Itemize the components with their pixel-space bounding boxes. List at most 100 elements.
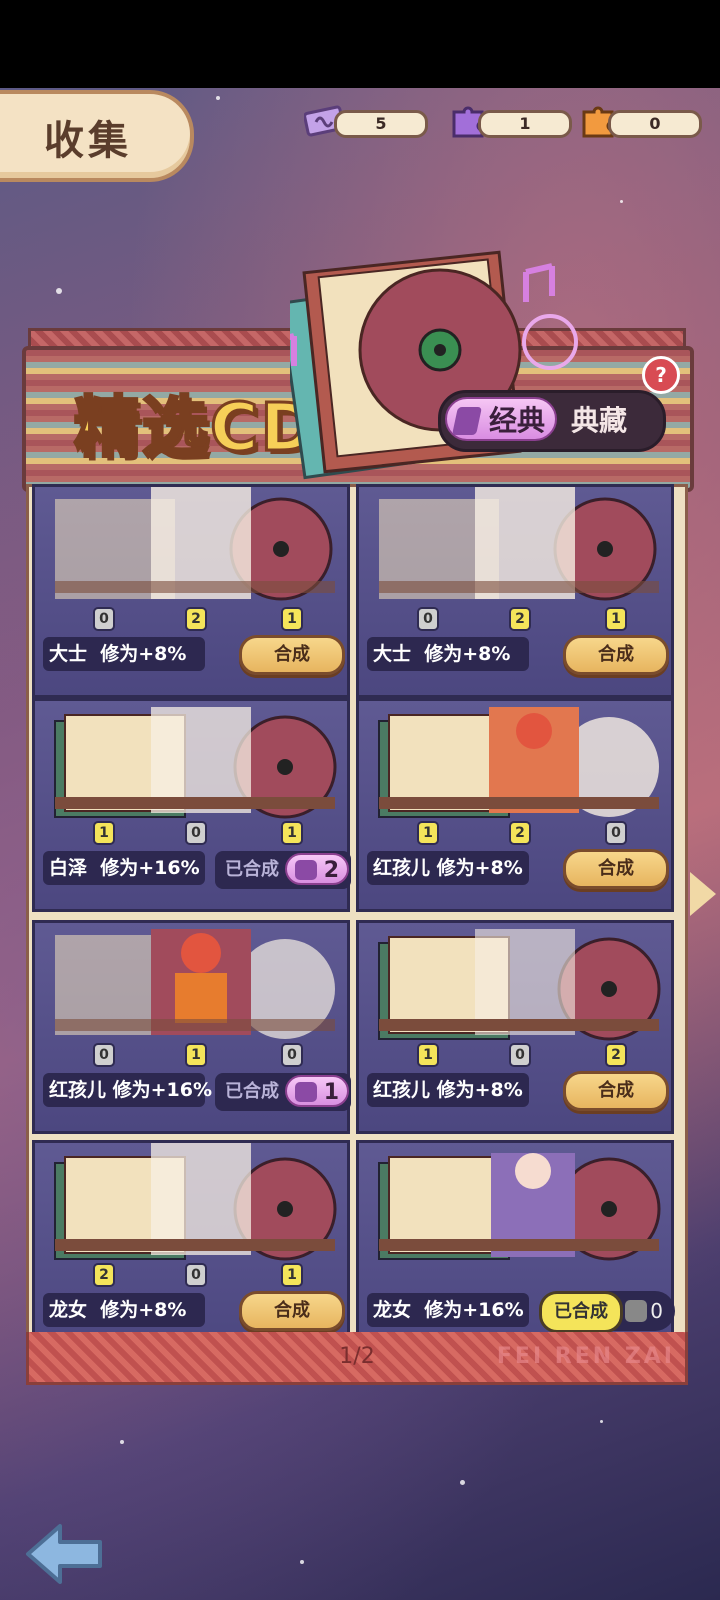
pagination-bar: 1/2 FEI REN ZAI <box>26 1332 688 1385</box>
cd-puzzle-art <box>54 707 337 819</box>
cd-card[interactable]: 龙女 修为+16% 已合成 0 <box>356 1140 675 1354</box>
piece-count-badge: 0 <box>185 821 207 845</box>
crafted-status: 已合成 0 <box>539 1291 675 1333</box>
crafted-label: 已合成 <box>225 859 279 880</box>
piece-reward-count: 1 <box>323 1080 339 1105</box>
purple-puzzle-icon <box>295 1082 317 1102</box>
ticket-counter[interactable]: 5 <box>300 104 430 138</box>
card-name: 大士 <box>49 643 88 665</box>
card-bonus: 修为+8% <box>100 643 187 665</box>
card-name-bonus: 大士 修为+8% <box>367 637 529 671</box>
card-bonus: 修为+8% <box>436 1079 523 1101</box>
craft-button[interactable]: 合成 <box>563 849 669 889</box>
card-name: 白泽 <box>49 857 88 879</box>
card-name-bonus: 红孩儿 修为+16% <box>43 1073 212 1107</box>
piece-count-badge: 1 <box>417 1043 439 1067</box>
crafted-status: 已合成 2 <box>215 851 351 889</box>
piece-count-badge: 1 <box>281 1263 303 1287</box>
cd-card[interactable]: 1 2 0 红孩儿 修为+8% 合成 <box>356 698 674 912</box>
craft-button[interactable]: 合成 <box>239 1291 345 1331</box>
help-button[interactable]: ? <box>642 356 680 394</box>
crafted-status: 已合成 1 <box>215 1073 351 1111</box>
cd-card[interactable]: 0 1 0 红孩儿 修为+16% 已合成 1 <box>32 920 351 1134</box>
piece-reward: 2 <box>285 853 349 885</box>
cd-puzzle-art <box>54 1143 337 1261</box>
card-bonus: 修为+16% <box>100 857 200 879</box>
purple-piece-counter[interactable]: 1 <box>444 104 574 138</box>
purple-puzzle-icon <box>295 860 317 880</box>
cd-puzzle-art <box>378 1153 661 1261</box>
cd-puzzle-art <box>55 487 335 601</box>
card-name: 红孩儿 <box>49 1079 107 1101</box>
collection-toggle[interactable]: 经典 典藏 <box>438 390 666 452</box>
piece-count-badge: 1 <box>281 607 303 631</box>
cd-card[interactable]: 0 2 1 大士 修为+8% 合成 <box>32 484 350 698</box>
crafted-label: 已合成 <box>225 1081 279 1102</box>
tab-classic[interactable]: 经典 <box>445 397 557 441</box>
card-name: 红孩儿 <box>373 857 431 879</box>
purple-piece-count: 1 <box>478 110 572 138</box>
tab-classic-label: 经典 <box>488 404 545 437</box>
piece-count-badge: 1 <box>605 607 627 631</box>
card-bonus: 修为+8% <box>436 857 523 879</box>
card-name-bonus: 白泽 修为+16% <box>43 851 205 885</box>
tab-collection[interactable]: 典藏 <box>571 399 627 443</box>
cd-card[interactable]: 2 0 1 龙女 修为+8% 合成 <box>32 1140 350 1354</box>
piece-count-badge: 1 <box>281 821 303 845</box>
card-name-bonus: 龙女 修为+8% <box>43 1293 205 1327</box>
cd-puzzle-art <box>378 929 661 1041</box>
piece-count-badge: 0 <box>417 607 439 631</box>
piece-reward-count: 0 <box>650 1299 663 1323</box>
piece-reward-count: 2 <box>323 858 339 883</box>
card-bonus: 修为+16% <box>424 1299 524 1321</box>
piece-count-badge: 0 <box>605 821 627 845</box>
card-name-bonus: 大士 修为+8% <box>43 637 205 671</box>
piece-count-badge: 0 <box>509 1043 531 1067</box>
cd-card[interactable]: 0 2 1 大士 修为+8% 合成 <box>356 484 674 698</box>
next-page-arrow-icon[interactable] <box>690 872 716 916</box>
cd-card[interactable]: 1 0 1 白泽 修为+16% 已合成 2 <box>32 698 351 912</box>
banner-title: 精选CD <box>72 388 318 468</box>
piece-count-badge: 2 <box>185 607 207 631</box>
card-name-bonus: 红孩儿 修为+8% <box>367 1073 529 1107</box>
card-name-bonus: 龙女 修为+16% <box>367 1293 529 1327</box>
page-title-tab: 收集 <box>0 90 194 182</box>
piece-count-badge: 0 <box>185 1263 207 1287</box>
card-bonus: 修为+16% <box>112 1079 213 1101</box>
piece-count-badge: 2 <box>509 607 531 631</box>
card-name-bonus: 红孩儿 修为+8% <box>367 851 529 885</box>
status-bar <box>0 0 720 88</box>
card-bonus: 修为+8% <box>424 643 511 665</box>
crafted-label: 已合成 <box>539 1291 623 1333</box>
piece-count-badge: 2 <box>509 821 531 845</box>
piece-count-badge: 1 <box>417 821 439 845</box>
piece-count-badge: 2 <box>605 1043 627 1067</box>
card-name: 龙女 <box>373 1299 412 1321</box>
craft-button[interactable]: 合成 <box>239 635 345 675</box>
piece-count-badge: 0 <box>93 1043 115 1067</box>
orange-piece-count: 0 <box>608 110 702 138</box>
piece-count-badge: 2 <box>93 1263 115 1287</box>
piece-count-badge: 1 <box>185 1043 207 1067</box>
back-arrow-icon[interactable] <box>24 1520 106 1588</box>
cd-puzzle-art <box>379 487 659 601</box>
craft-button[interactable]: 合成 <box>563 635 669 675</box>
cd-puzzle-art <box>55 929 335 1039</box>
ticket-count: 5 <box>334 110 428 138</box>
gray-puzzle-icon <box>625 1300 647 1322</box>
cd-card[interactable]: 1 0 2 红孩儿 修为+8% 合成 <box>356 920 674 1134</box>
card-name: 红孩儿 <box>373 1079 431 1101</box>
piece-count-badge: 1 <box>93 821 115 845</box>
craft-button[interactable]: 合成 <box>563 1071 669 1111</box>
book-icon <box>452 407 482 435</box>
piece-count-badge: 0 <box>93 607 115 631</box>
piece-reward: 1 <box>285 1075 349 1107</box>
page-title: 收集 <box>44 118 132 164</box>
card-name: 龙女 <box>49 1299 88 1321</box>
card-bonus: 修为+8% <box>100 1299 187 1321</box>
piece-count-badge: 0 <box>281 1043 303 1067</box>
orange-piece-counter[interactable]: 0 <box>574 104 704 138</box>
cd-puzzle-art <box>378 707 659 818</box>
card-name: 大士 <box>373 643 412 665</box>
brand-watermark: FEI REN ZAI <box>496 1344 675 1369</box>
